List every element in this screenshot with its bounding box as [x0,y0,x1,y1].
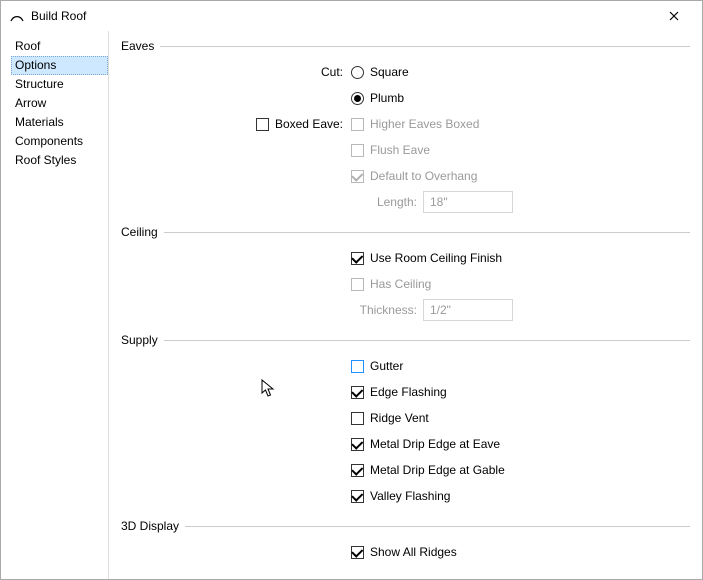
ceiling-group: Ceiling Use Room Ceiling Finish Has Ceil… [121,225,690,323]
sidebar-item-roof[interactable]: Roof [11,37,108,56]
metal-drip-gable-checkbox[interactable] [351,464,364,477]
default-overhang-label: Default to Overhang [370,169,477,183]
show-all-ridges-label: Show All Ridges [370,545,457,559]
metal-drip-gable-label: Metal Drip Edge at Gable [370,463,505,477]
sidebar-item-roof-styles[interactable]: Roof Styles [11,151,108,170]
sidebar-item-arrow[interactable]: Arrow [11,94,108,113]
window-title: Build Roof [31,9,654,23]
ceiling-header: Ceiling [121,225,164,239]
length-label: Length: [351,195,417,209]
cut-plumb-radio[interactable] [351,92,364,105]
roof-icon [9,8,25,24]
cut-plumb-label: Plumb [370,91,404,105]
eaves-group: Eaves Cut: Square Plumb [121,39,690,215]
supply-group: Supply Gutter Edge Flashing [121,333,690,509]
thickness-input [423,299,513,321]
edge-flashing-label: Edge Flashing [370,385,447,399]
use-room-ceiling-finish-label: Use Room Ceiling Finish [370,251,502,265]
titlebar: Build Roof [1,1,702,31]
gutter-label: Gutter [370,359,403,373]
length-input [423,191,513,213]
boxed-eave-checkbox[interactable] [256,118,269,131]
category-sidebar: Roof Options Structure Arrow Materials C… [1,31,109,579]
use-room-ceiling-finish-checkbox[interactable] [351,252,364,265]
3d-display-group: 3D Display Show All Ridges [121,519,690,565]
options-panel: Eaves Cut: Square Plumb [109,31,702,579]
sidebar-item-options[interactable]: Options [11,56,108,75]
build-roof-dialog: Build Roof Roof Options Structure Arrow … [0,0,703,580]
supply-header: Supply [121,333,164,347]
sidebar-item-materials[interactable]: Materials [11,113,108,132]
higher-eaves-boxed-label: Higher Eaves Boxed [370,117,479,131]
ridge-vent-checkbox[interactable] [351,412,364,425]
has-ceiling-checkbox [351,278,364,291]
sidebar-item-components[interactable]: Components [11,132,108,151]
gutter-checkbox[interactable] [351,360,364,373]
cut-square-radio[interactable] [351,66,364,79]
higher-eaves-boxed-checkbox [351,118,364,131]
close-button[interactable] [654,2,694,30]
flush-eave-label: Flush Eave [370,143,430,157]
3d-display-header: 3D Display [121,519,185,533]
metal-drip-eave-checkbox[interactable] [351,438,364,451]
has-ceiling-label: Has Ceiling [370,277,431,291]
edge-flashing-checkbox[interactable] [351,386,364,399]
flush-eave-checkbox [351,144,364,157]
default-overhang-checkbox [351,170,364,183]
valley-flashing-label: Valley Flashing [370,489,450,503]
show-all-ridges-checkbox[interactable] [351,546,364,559]
cut-square-label: Square [370,65,409,79]
eaves-header: Eaves [121,39,160,53]
thickness-label: Thickness: [351,303,417,317]
sidebar-item-structure[interactable]: Structure [11,75,108,94]
ridge-vent-label: Ridge Vent [370,411,429,425]
valley-flashing-checkbox[interactable] [351,490,364,503]
metal-drip-eave-label: Metal Drip Edge at Eave [370,437,500,451]
boxed-eave-label: Boxed Eave: [275,117,343,131]
cut-label: Cut: [121,65,351,79]
